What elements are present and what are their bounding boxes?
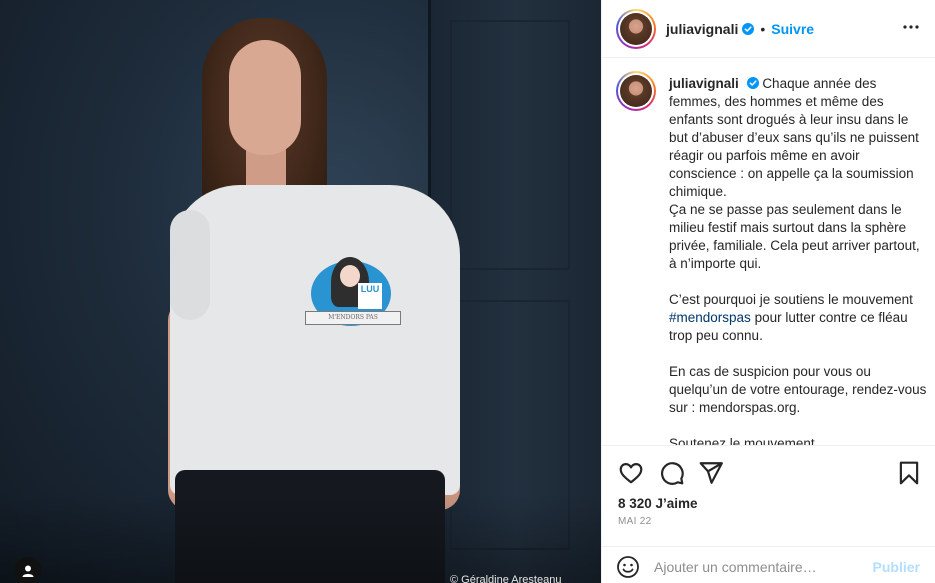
save-button[interactable] xyxy=(896,460,922,486)
post-photo[interactable]: LUU M'ENDORS PAS © Géraldine Aresteanu xyxy=(0,0,601,583)
more-horizontal-icon xyxy=(903,25,919,29)
subject-sleeve xyxy=(170,210,210,320)
comment-button[interactable] xyxy=(659,460,685,486)
emoji-icon[interactable] xyxy=(616,555,640,579)
caption-text: Chaque année des femmes, des hommes et m… xyxy=(669,76,919,199)
subject-tshirt xyxy=(170,185,460,495)
comment-bar: Publier xyxy=(602,546,935,583)
subject-face xyxy=(229,40,301,155)
caption-paragraph: C’est pourquoi je soutiens le mouvement … xyxy=(669,291,927,345)
print-badge: LUU xyxy=(358,283,382,309)
avatar xyxy=(620,12,652,45)
more-options-button[interactable] xyxy=(902,18,920,41)
caption-paragraph: juliavignali Chaque année des femmes, de… xyxy=(669,75,927,201)
post-username[interactable]: juliavignali xyxy=(666,21,738,37)
avatar xyxy=(620,75,652,107)
photo-shadow xyxy=(0,493,601,583)
tagged-users-button[interactable] xyxy=(14,557,42,583)
separator-dot: • xyxy=(760,20,766,37)
caption-text: C’est pourquoi je soutiens le mouvement xyxy=(669,292,913,307)
user-icon xyxy=(22,565,34,577)
print-ribbon: M'ENDORS PAS xyxy=(305,311,401,325)
caption-avatar-story-ring[interactable] xyxy=(616,71,656,111)
share-button[interactable] xyxy=(698,460,724,486)
caption-username[interactable]: juliavignali xyxy=(669,76,739,91)
comment-icon xyxy=(661,462,684,485)
verified-badge-icon xyxy=(742,22,755,35)
print-illustration-face xyxy=(340,265,360,287)
caption-paragraph: En cas de suspicion pour vous ou quelqu’… xyxy=(669,364,927,415)
caption-paragraph: Soutenez le mouvement xyxy=(669,436,815,445)
comment-input[interactable] xyxy=(654,558,854,575)
post-date[interactable]: MAI 22 xyxy=(618,516,651,527)
avatar-border xyxy=(618,10,654,47)
photo-credit: © Géraldine Aresteanu xyxy=(450,574,562,583)
post-header: juliavignali • Suivre xyxy=(602,0,935,58)
post-caption: juliavignali Chaque année des femmes, de… xyxy=(669,75,927,445)
post-side-panel: juliavignali • Suivre juliavignali Chaqu… xyxy=(601,0,935,583)
bookmark-icon xyxy=(899,461,919,485)
publish-button[interactable]: Publier xyxy=(873,559,920,575)
like-button[interactable] xyxy=(618,460,644,486)
avatar-border xyxy=(618,73,654,109)
post-actions: 8 320 J’aime MAI 22 Publier xyxy=(602,445,935,583)
follow-button[interactable]: Suivre xyxy=(771,21,814,37)
likes-count[interactable]: 8 320 J’aime xyxy=(618,496,698,511)
tshirt-print: LUU M'ENDORS PAS xyxy=(303,253,403,333)
verified-badge-icon xyxy=(746,77,759,89)
send-icon xyxy=(699,462,723,484)
hashtag-link[interactable]: #mendorspas xyxy=(669,310,751,325)
heart-icon xyxy=(619,463,643,484)
profile-avatar-story-ring[interactable] xyxy=(616,8,656,49)
caption-scroll-area[interactable]: juliavignali Chaque année des femmes, de… xyxy=(602,59,935,445)
caption-paragraph: Ça ne se passe pas seulement dans le mil… xyxy=(669,202,920,271)
